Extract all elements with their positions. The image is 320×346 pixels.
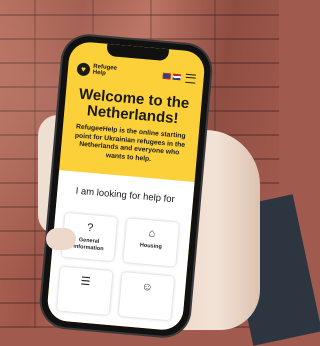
hero-text: RefugeeHelp is the online starting point…	[74, 123, 186, 163]
card-documents[interactable]: ☰	[56, 266, 113, 315]
smartphone: ♥ Refugee Help Welcome to the Netherland…	[39, 34, 213, 338]
language-switcher[interactable]	[162, 72, 181, 81]
card-label	[120, 295, 172, 300]
help-panel: I am looking for help for ? General info…	[46, 170, 195, 332]
card-label: Housing	[139, 242, 163, 251]
phone-screen: ♥ Refugee Help Welcome to the Netherland…	[46, 40, 206, 332]
card-housing[interactable]: ⌂ Housing	[123, 218, 179, 267]
card-people[interactable]: ☺	[118, 272, 175, 321]
people-icon: ☺	[141, 280, 154, 294]
uk-flag-icon[interactable]	[162, 72, 171, 80]
document-icon: ☰	[80, 275, 91, 289]
hero-title: Welcome to the Netherlands!	[78, 85, 190, 128]
card-label	[59, 290, 111, 295]
question-icon: ?	[86, 221, 94, 235]
logo-text[interactable]: Refugee Help	[92, 63, 119, 78]
app-header: ♥ Refugee Help	[76, 57, 197, 89]
help-heading: I am looking for help for	[75, 185, 176, 206]
heart-logo-icon[interactable]: ♥	[76, 61, 91, 76]
house-icon: ⌂	[148, 227, 156, 240]
menu-icon[interactable]	[185, 73, 197, 84]
finger	[46, 228, 76, 250]
camera-notch	[106, 43, 170, 62]
nl-flag-icon[interactable]	[172, 73, 181, 81]
